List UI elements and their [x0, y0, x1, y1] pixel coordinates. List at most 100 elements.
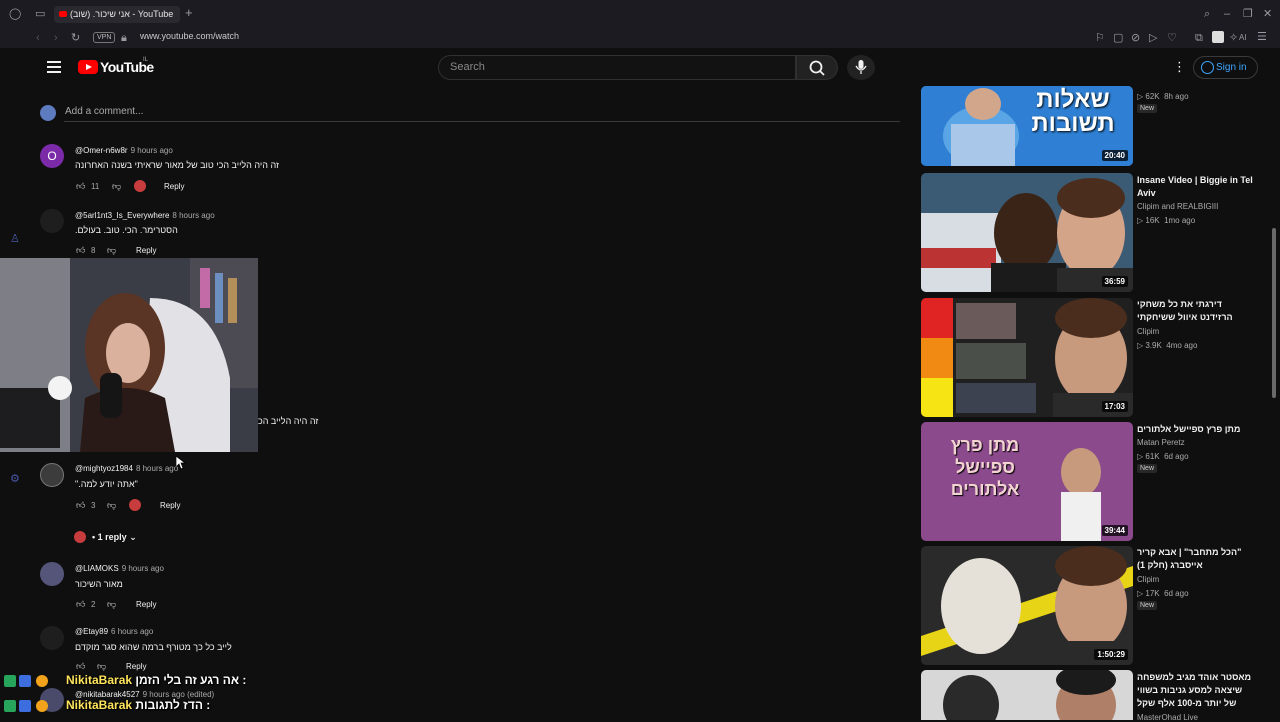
comment-text: מאור השיכור — [75, 579, 123, 589]
reply-button[interactable]: Reply — [164, 182, 184, 191]
reply-button[interactable]: Reply — [160, 501, 180, 510]
opera-logo-icon[interactable]: ◯ — [9, 7, 21, 21]
new-badge: New — [1137, 601, 1158, 610]
youtube-logo-icon[interactable] — [78, 60, 98, 74]
video-duration: 36:59 — [1101, 276, 1128, 287]
more-options-icon[interactable]: ⋮ — [1173, 60, 1186, 73]
thumbnail-image — [921, 173, 1133, 292]
reply-button[interactable]: Reply — [136, 246, 156, 255]
like-icon[interactable]: 👍︎ — [76, 245, 85, 256]
close-window-icon[interactable]: ✕ — [1263, 7, 1272, 21]
comment-header: @mightyoz1984 8 hours ago — [75, 464, 178, 473]
dislike-icon[interactable]: 👎︎ — [107, 245, 116, 256]
comment-avatar[interactable] — [40, 626, 64, 650]
reply-button[interactable]: Reply — [136, 600, 156, 609]
comment-time[interactable]: 9 hours ago — [131, 146, 173, 155]
tab-menu-icon[interactable]: ▭ — [35, 7, 45, 21]
video-thumbnail[interactable] — [921, 670, 1133, 720]
extensions-icon[interactable]: ⧉ — [1195, 31, 1203, 45]
video-thumbnail[interactable]: 1:50:29 — [921, 546, 1133, 665]
like-icon[interactable]: 👍︎ — [76, 599, 85, 610]
forward-icon[interactable]: › — [54, 31, 58, 45]
comment-avatar[interactable] — [40, 562, 64, 586]
dislike-icon[interactable]: 👎︎ — [97, 661, 106, 672]
comment-header: @LIAMOKS 9 hours ago — [75, 564, 164, 573]
bookmark-icon[interactable]: ⚐ — [1095, 31, 1105, 45]
dislike-icon[interactable]: 👎︎ — [107, 500, 116, 511]
video-title[interactable]: דירגתי את כל משחקי הרזידנט איוול ששיחקתי — [1137, 298, 1257, 324]
search-tabs-icon[interactable]: ⌕ — [1204, 7, 1210, 21]
sidebar-app-icon[interactable]: ♙ — [10, 232, 20, 246]
country-code: IL — [143, 57, 149, 63]
video-thumbnail[interactable]: 17:03 — [921, 298, 1133, 417]
video-title[interactable]: מתן פרץ ספיישל אלתורים — [1137, 423, 1257, 436]
comment-input-underline — [64, 121, 900, 122]
comment-author[interactable]: @Etay89 — [75, 627, 108, 636]
comment-time[interactable]: 6 hours ago — [111, 627, 153, 636]
video-thumbnail[interactable]: שאלות תשובות 20:40 — [921, 86, 1133, 166]
video-title[interactable]: "הכל מתחבר" | אבא קריר אייסברג (חלק 1) — [1137, 546, 1257, 572]
chat-username: NikitaBarak — [66, 698, 133, 712]
sign-in-button[interactable]: Sign in — [1193, 56, 1258, 79]
browser-tab-bar: ◯ ▭ אני שיכור. (שוב) - YouTube + ⌕ – ❐ ✕ — [0, 0, 1280, 28]
settings-icon[interactable]: ⚙ — [10, 472, 20, 486]
maximize-icon[interactable]: ❐ — [1243, 7, 1253, 21]
reply-button[interactable]: Reply — [126, 662, 146, 671]
ai-icon[interactable]: ✧ — [1229, 31, 1238, 45]
video-thumbnail[interactable]: 36:59 — [921, 173, 1133, 292]
back-icon[interactable]: ‹ — [36, 31, 40, 45]
heart-icon[interactable]: ♡ — [1167, 31, 1177, 45]
comment-time[interactable]: 8 hours ago — [172, 211, 214, 220]
add-comment-input[interactable]: Add a comment... — [65, 106, 143, 117]
comment-text: הסטרימר. הכי. טוב. בעולם. — [75, 225, 178, 235]
video-channel[interactable]: Clipim — [1137, 327, 1159, 336]
vpn-badge[interactable]: VPN — [93, 32, 116, 43]
comment-time[interactable]: 8 hours ago — [136, 464, 178, 473]
comment-author[interactable]: @LIAMOKS — [75, 564, 119, 573]
chat-text: הדז לתגובות : — [135, 698, 211, 712]
new-tab-icon[interactable]: + — [185, 6, 193, 20]
badge-icon — [19, 675, 31, 687]
comment-author[interactable]: @Omer-n6w8r — [75, 146, 128, 155]
player-icon[interactable]: ▷ — [1149, 31, 1157, 45]
hamburger-menu-icon[interactable] — [47, 61, 61, 73]
dislike-icon[interactable]: 👎︎ — [107, 599, 116, 610]
youtube-favicon-icon — [59, 11, 67, 17]
comment-author[interactable]: @5arl1nt3_Is_Everywhere — [75, 211, 169, 220]
like-count: 2 — [91, 600, 96, 609]
video-channel[interactable]: Clipim — [1137, 575, 1159, 584]
creator-heart-icon — [129, 499, 141, 511]
minimize-icon[interactable]: – — [1224, 7, 1230, 21]
comment-time[interactable]: 9 hours ago — [122, 564, 164, 573]
view-replies-button[interactable]: • 1 reply ⌄ — [74, 531, 154, 545]
like-icon[interactable]: 👍︎ — [76, 500, 85, 511]
lock-icon: 🔒︎ — [121, 32, 127, 44]
like-icon[interactable]: 👍︎ — [76, 661, 85, 672]
profile-icon[interactable] — [1212, 31, 1224, 43]
url-field[interactable]: www.youtube.com/watch — [140, 31, 239, 41]
page-scrollbar[interactable] — [1272, 228, 1276, 398]
video-channel[interactable]: Clipim and REALBIGIII — [1137, 202, 1218, 211]
video-meta: ▷ 17K 6d ago — [1137, 589, 1189, 598]
video-title[interactable]: Insane Video | Biggie in Tel Aviv — [1137, 174, 1257, 200]
snapshot-icon[interactable]: ▢ — [1113, 31, 1123, 45]
badge-icon — [36, 700, 48, 712]
search-button[interactable] — [796, 55, 838, 80]
comment-author[interactable]: @mightyoz1984 — [75, 464, 133, 473]
reload-icon[interactable]: ↻ — [71, 31, 80, 45]
video-channel[interactable]: Matan Peretz — [1137, 438, 1185, 447]
browser-menu-icon[interactable]: ☰ — [1257, 30, 1267, 44]
comment-avatar[interactable]: O — [40, 144, 64, 168]
video-thumbnail[interactable]: מתן פרץ ספיישל אלתורים 39:44 — [921, 422, 1133, 541]
like-icon[interactable]: 👍︎ — [76, 181, 85, 192]
search-input[interactable]: Search — [438, 55, 796, 80]
ai-label[interactable]: AI — [1239, 31, 1247, 45]
comment-avatar[interactable] — [40, 463, 64, 487]
dislike-icon[interactable]: 👎︎ — [112, 181, 121, 192]
comment-avatar[interactable] — [40, 209, 64, 233]
video-title[interactable]: מאסטר אוהד מגיב למשפחה שיצאה למסע גניבות… — [1137, 671, 1257, 713]
voice-search-button[interactable] — [847, 55, 875, 80]
tab-youtube[interactable]: אני שיכור. (שוב) - YouTube — [54, 6, 180, 23]
adblock-icon[interactable]: ⊘ — [1131, 31, 1140, 45]
video-channel[interactable]: MasterOhad Live — [1137, 713, 1198, 722]
